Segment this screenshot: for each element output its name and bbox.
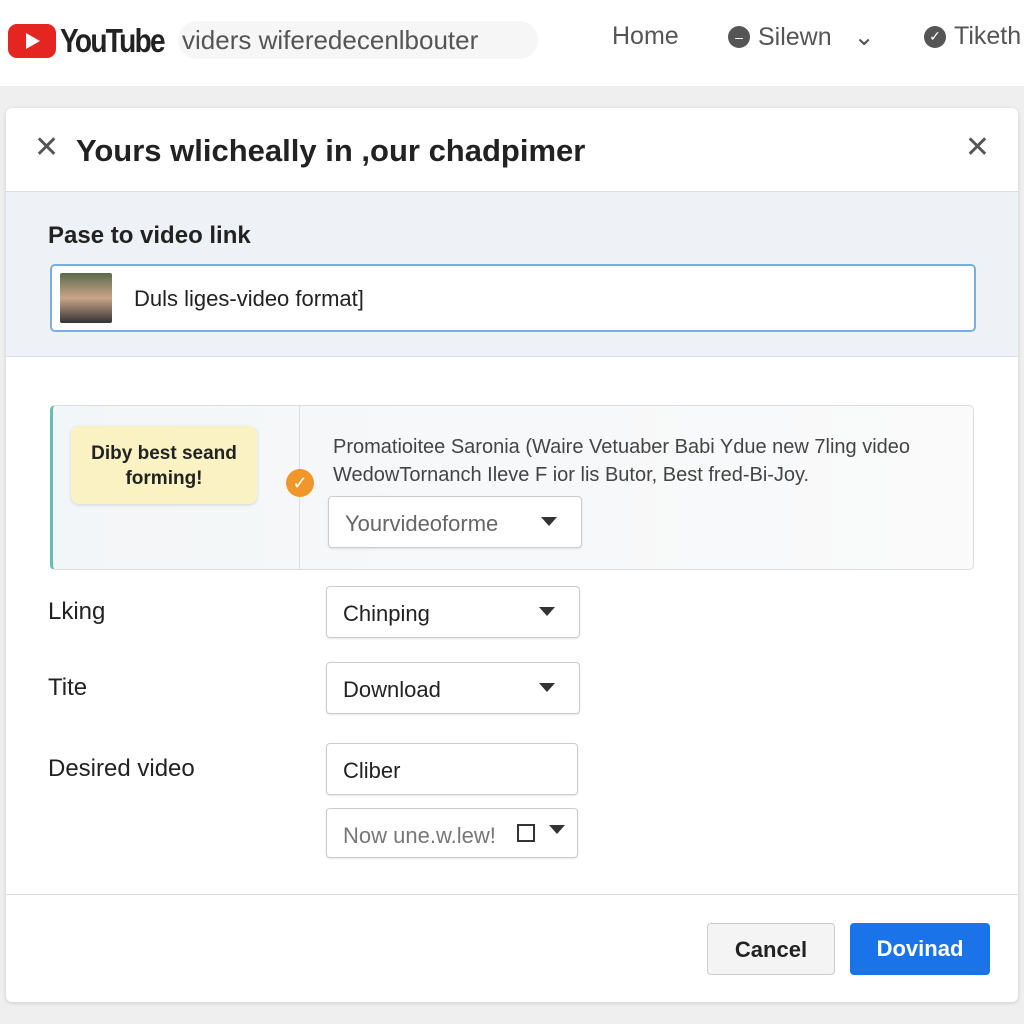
footer-divider <box>6 894 1018 895</box>
download-dialog: ✕ Yours wlicheally in ,our chadpimer ✕ P… <box>6 108 1018 1002</box>
cancel-button[interactable]: Cancel <box>707 923 835 975</box>
video-thumbnail <box>60 273 112 323</box>
search-input[interactable]: viders wiferedecenlbouter <box>178 21 538 59</box>
nav-home[interactable]: Home <box>612 22 679 51</box>
nav-tiketh[interactable]: ✓ Tiketh <box>924 22 1021 51</box>
input-value: Cliber <box>343 758 401 783</box>
check-icon: ✓ <box>924 25 946 48</box>
select-value: Download <box>343 677 441 702</box>
chevron-down-icon: ⌄ <box>853 23 875 51</box>
field-label: Lking <box>48 598 106 625</box>
nav-label: Home <box>612 22 679 50</box>
promo-bubble: Diby best seand forming! <box>71 426 257 504</box>
select-value: Now une.w.lew! <box>343 823 496 848</box>
top-bar: YouTube viders wiferedecenlbouter Home –… <box>0 0 1024 86</box>
field-label: Tite <box>48 674 88 701</box>
format-select[interactable]: Yourvideoforme <box>328 496 582 548</box>
select-value: Yourvideoforme <box>345 511 499 536</box>
minus-icon: – <box>728 26 750 48</box>
dialog-header: ✕ Yours wlicheally in ,our chadpimer ✕ <box>6 108 1018 192</box>
download-button[interactable]: Dovinad <box>850 923 990 975</box>
tite-select[interactable]: Download <box>326 662 580 714</box>
video-link-input[interactable]: Duls liges-video format] <box>50 264 976 332</box>
dropdown-arrow-icon <box>541 517 557 526</box>
check-icon: ✓ <box>286 469 314 497</box>
link-value: Duls liges-video format] <box>134 286 364 311</box>
nav-label: Tiketh <box>954 22 1022 50</box>
close-icon[interactable]: ✕ <box>34 130 59 165</box>
extra-select[interactable]: Now une.w.lew! <box>326 808 578 858</box>
checkbox[interactable] <box>517 824 535 842</box>
link-label: Pase to video link <box>48 222 251 249</box>
dropdown-arrow-icon <box>549 825 565 834</box>
promo-card: Diby best seand forming! ✓ Promatioitee … <box>50 405 974 570</box>
dropdown-arrow-icon <box>539 683 555 692</box>
promo-description: Promatioitee Saronia (Waire Vetuaber Bab… <box>333 436 911 486</box>
nav-label: Silewn <box>758 22 832 51</box>
link-section: Pase to video link Duls liges-video form… <box>6 192 1018 357</box>
nav-silewn[interactable]: – Silewn ⌄ <box>728 22 875 52</box>
close-icon[interactable]: ✕ <box>965 130 990 165</box>
select-value: Chinping <box>343 601 430 626</box>
lking-select[interactable]: Chinping <box>326 586 580 638</box>
dialog-title: Yours wlicheally in ,our chadpimer <box>76 133 586 168</box>
play-icon <box>8 24 56 58</box>
youtube-logo[interactable]: YouTube <box>8 22 182 60</box>
dropdown-arrow-icon <box>539 607 555 616</box>
logo-text: YouTube <box>60 22 166 59</box>
field-label: Desired video <box>48 755 195 782</box>
desired-video-input[interactable]: Cliber <box>326 743 578 795</box>
